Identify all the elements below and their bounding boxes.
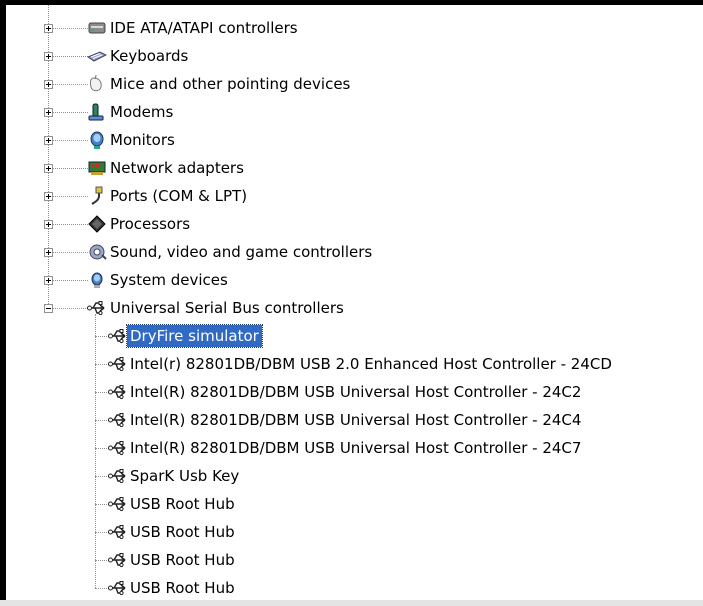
tree-line (48, 56, 88, 58)
tree-line (48, 280, 88, 282)
usb-device-item[interactable]: DryFire simulator (6, 322, 703, 350)
mouse-icon (87, 74, 107, 94)
tree-line (95, 476, 109, 478)
tree-category-network-adapters[interactable]: Network adapters (6, 154, 703, 182)
expand-button[interactable] (44, 136, 53, 145)
tree-category-monitors[interactable]: Monitors (6, 126, 703, 154)
tree-category-sound-video-and-game-controllers[interactable]: Sound, video and game controllers (6, 238, 703, 266)
category-label: Network adapters (110, 159, 244, 177)
category-label: System devices (110, 271, 228, 289)
usb-icon (108, 354, 128, 374)
tree-line (95, 336, 109, 338)
expand-button[interactable] (44, 192, 53, 201)
tree-line (48, 308, 88, 310)
usb-icon (108, 578, 128, 598)
processor-icon (87, 214, 107, 234)
usb-device-label: USB Root Hub (130, 523, 235, 541)
category-label: Monitors (110, 131, 175, 149)
tree-line (48, 252, 88, 254)
device-tree[interactable]: IDE ATA/ATAPI controllers Keyboards Mice a… (6, 5, 703, 600)
usb-icon (108, 550, 128, 570)
usb-device-item[interactable]: SparK Usb Key (6, 462, 703, 490)
system-device-icon (87, 270, 107, 290)
expand-button[interactable] (44, 108, 53, 117)
category-label: Mice and other pointing devices (110, 75, 351, 93)
expand-button[interactable] (44, 80, 53, 89)
tree-line (48, 168, 88, 170)
expand-button[interactable] (44, 164, 53, 173)
usb-device-item[interactable]: Intel(R) 82801DB/DBM USB Universal Host … (6, 406, 703, 434)
tree-line (48, 28, 88, 30)
expand-button[interactable] (44, 220, 53, 229)
tree-line (95, 532, 109, 534)
usb-icon (108, 522, 128, 542)
usb-device-label: Intel(R) 82801DB/DBM USB Universal Host … (130, 439, 582, 457)
usb-icon (108, 382, 128, 402)
usb-device-item[interactable]: USB Root Hub (6, 518, 703, 546)
tree-category-system-devices[interactable]: System devices (6, 266, 703, 294)
category-label: Processors (110, 215, 191, 233)
usb-icon (108, 466, 128, 486)
tree-line (95, 448, 109, 450)
tree-category-keyboards[interactable]: Keyboards (6, 42, 703, 70)
tree-line (95, 560, 109, 562)
monitor-icon (87, 130, 107, 150)
keyboard-icon (87, 46, 107, 66)
tree-category-processors[interactable]: Processors (6, 210, 703, 238)
tree-category-universal-serial-bus-controllers[interactable]: Universal Serial Bus controllers (6, 294, 703, 322)
usb-device-label: DryFire simulator (126, 324, 263, 348)
tree-line (48, 140, 88, 142)
usb-icon (87, 298, 107, 318)
usb-device-item[interactable]: Intel(r) 82801DB/DBM USB 2.0 Enhanced Ho… (6, 350, 703, 378)
category-label: IDE ATA/ATAPI controllers (110, 19, 298, 37)
usb-icon (108, 438, 128, 458)
usb-device-label: USB Root Hub (130, 579, 235, 597)
tree-line (48, 84, 88, 86)
usb-device-item[interactable]: USB Root Hub (6, 574, 703, 602)
usb-device-item[interactable]: USB Root Hub (6, 546, 703, 574)
usb-icon (108, 326, 128, 346)
usb-device-label: USB Root Hub (130, 551, 235, 569)
usb-device-label: Intel(R) 82801DB/DBM USB Universal Host … (130, 411, 582, 429)
collapse-button[interactable] (44, 304, 53, 313)
category-label: Universal Serial Bus controllers (110, 299, 344, 317)
tree-category-modems[interactable]: Modems (6, 98, 703, 126)
usb-device-item[interactable]: USB Root Hub (6, 490, 703, 518)
usb-device-item[interactable]: Intel(R) 82801DB/DBM USB Universal Host … (6, 378, 703, 406)
expand-button[interactable] (44, 52, 53, 61)
usb-device-label: SparK Usb Key (130, 467, 240, 485)
sound-icon (87, 242, 107, 262)
expand-button[interactable] (44, 276, 53, 285)
tree-category-ide-ata-atapi-controllers[interactable]: IDE ATA/ATAPI controllers (6, 14, 703, 42)
usb-icon (108, 494, 128, 514)
horizontal-scrollbar-edge[interactable] (0, 600, 703, 606)
usb-icon (108, 410, 128, 430)
tree-line (95, 588, 109, 590)
tree-category-mice-and-other-pointing-devices[interactable]: Mice and other pointing devices (6, 70, 703, 98)
tree-line (48, 224, 88, 226)
tree-line (48, 112, 88, 114)
tree-line (95, 392, 109, 394)
category-label: Sound, video and game controllers (110, 243, 373, 261)
usb-device-item[interactable]: Intel(R) 82801DB/DBM USB Universal Host … (6, 434, 703, 462)
tree-line (95, 420, 109, 422)
tree-line (48, 196, 88, 198)
port-icon (87, 186, 107, 206)
modem-icon (87, 102, 107, 122)
usb-device-label: Intel(r) 82801DB/DBM USB 2.0 Enhanced Ho… (130, 355, 612, 373)
expand-button[interactable] (44, 24, 53, 33)
usb-device-label: USB Root Hub (130, 495, 235, 513)
ide-controller-icon (87, 18, 107, 38)
category-label: Modems (110, 103, 174, 121)
tree-category-ports-com-lpt[interactable]: Ports (COM & LPT) (6, 182, 703, 210)
category-label: Keyboards (110, 47, 189, 65)
expand-button[interactable] (44, 248, 53, 257)
usb-device-label: Intel(R) 82801DB/DBM USB Universal Host … (130, 383, 582, 401)
category-label: Ports (COM & LPT) (110, 187, 248, 205)
network-adapter-icon (87, 158, 107, 178)
tree-line (95, 364, 109, 366)
tree-line (95, 504, 109, 506)
